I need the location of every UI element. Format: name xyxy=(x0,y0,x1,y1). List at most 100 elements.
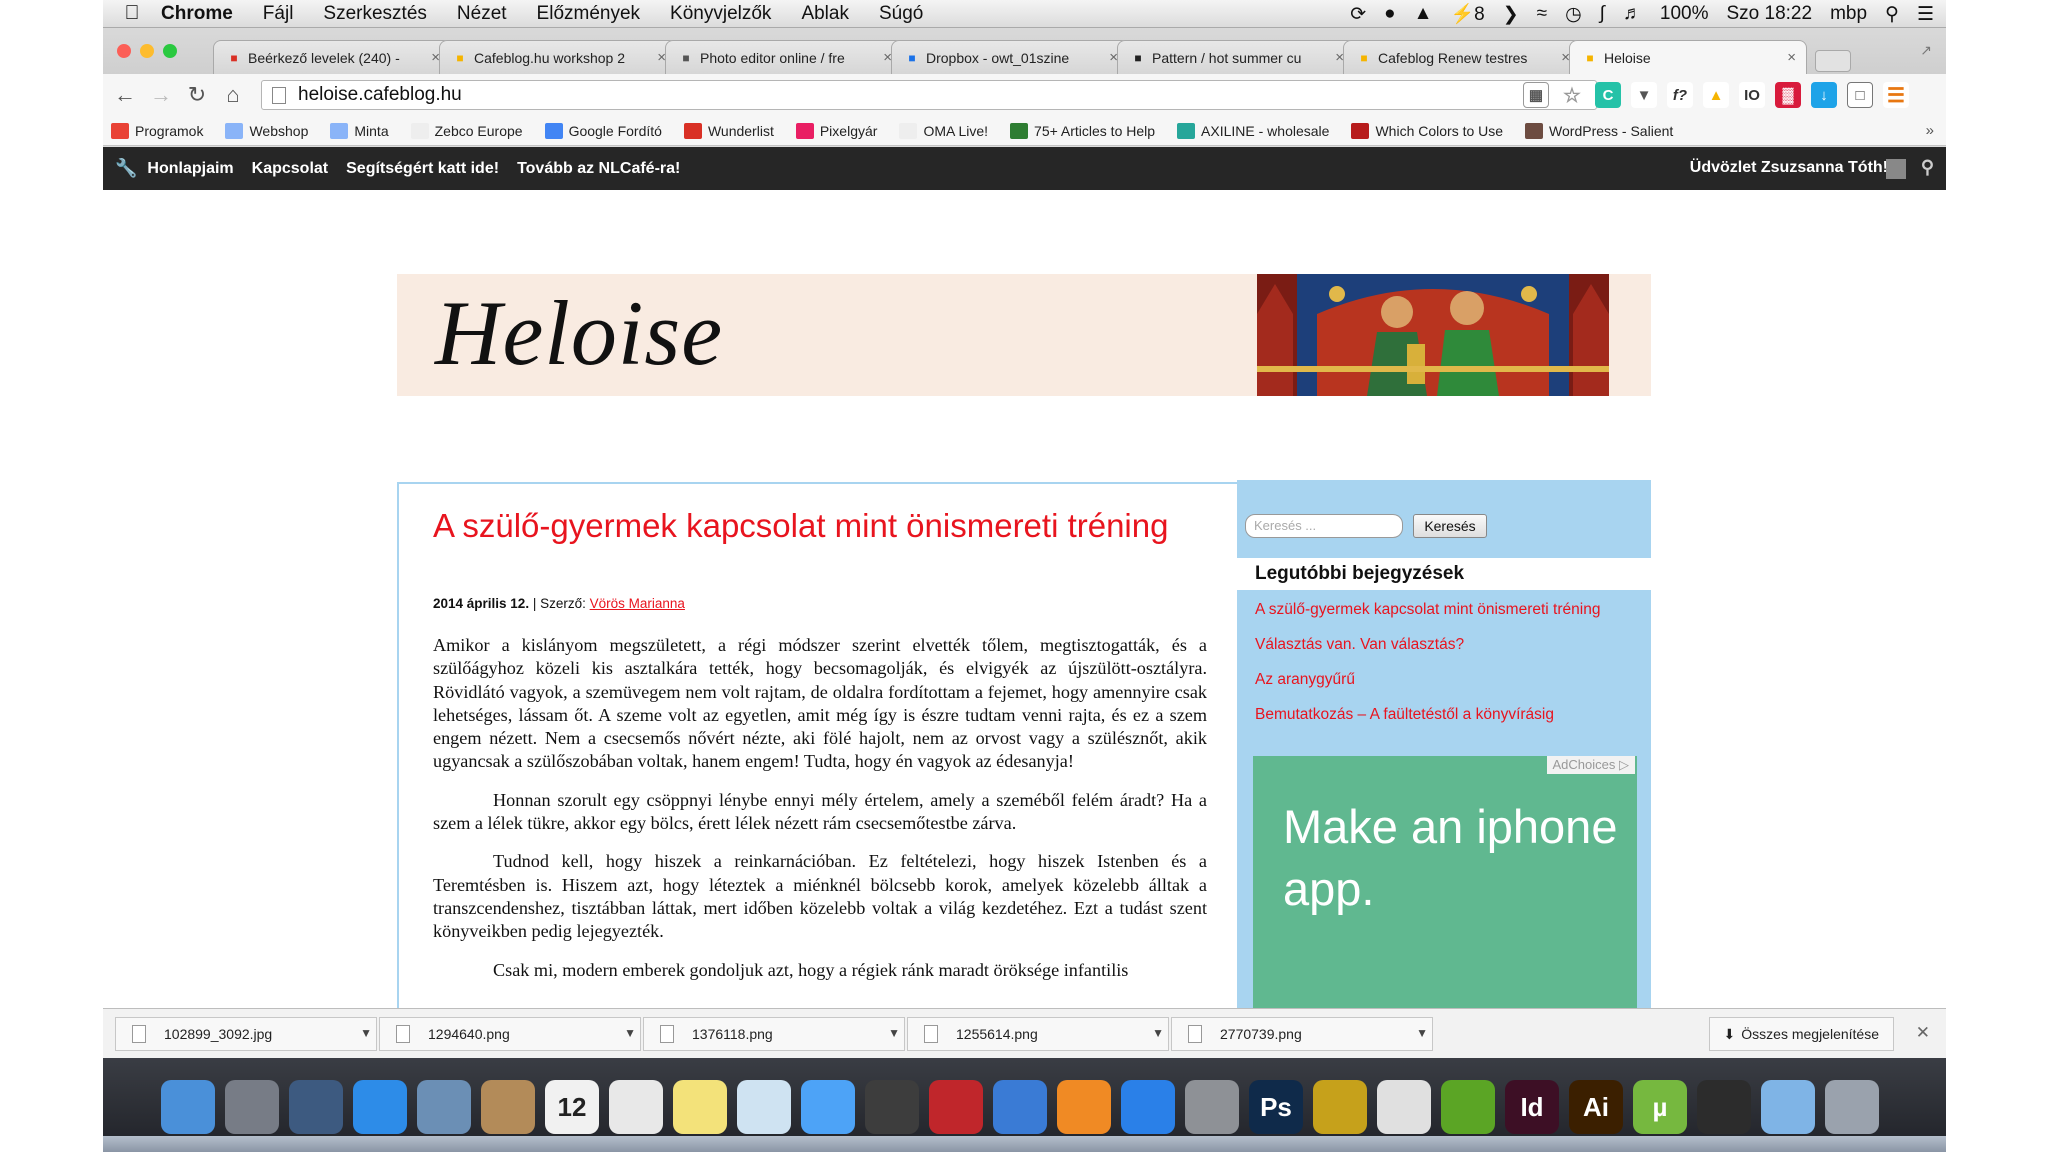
ibooks-icon[interactable] xyxy=(1057,1080,1111,1134)
user-name[interactable]: mbp xyxy=(1830,3,1867,25)
system-preferences-icon[interactable] xyxy=(1185,1080,1239,1134)
author-link[interactable]: Vörös Marianna xyxy=(590,596,685,611)
bookmark-item[interactable]: Programok xyxy=(111,122,203,139)
close-downloads-icon[interactable]: ✕ xyxy=(1916,1023,1930,1043)
recent-post-link[interactable]: Az aranygyűrű xyxy=(1255,668,1605,691)
bookmark-item[interactable]: Pixelgyár xyxy=(795,122,877,139)
menu-window[interactable]: Ablak xyxy=(801,3,849,25)
font-finder-icon[interactable]: f? xyxy=(1667,82,1693,108)
bookmark-item[interactable]: WordPress - Salient xyxy=(1525,122,1673,139)
search-input[interactable]: Keresés ... xyxy=(1245,514,1403,538)
bookmark-item[interactable]: Minta xyxy=(330,122,389,139)
illustrator-icon[interactable]: Ai xyxy=(1569,1080,1623,1134)
tab-1[interactable]: ■ Beérkező levelek (240) - × xyxy=(213,40,451,74)
avatar[interactable] xyxy=(1886,159,1906,179)
admin-help[interactable]: Segítségért katt ide! xyxy=(346,160,499,178)
ad-choices[interactable]: AdChoices ▷ xyxy=(1546,756,1635,774)
bookmark-item[interactable]: 75+ Articles to Help xyxy=(1010,122,1155,139)
recent-post-link[interactable]: Bemutatkozás – A faültetéstől a könyvírá… xyxy=(1255,703,1605,726)
dropdown-arrow-icon[interactable]: ▼ xyxy=(360,1026,372,1040)
extension-c-icon[interactable]: C xyxy=(1595,82,1621,108)
menu-history[interactable]: Előzmények xyxy=(537,3,641,25)
bookmark-item[interactable]: Webshop xyxy=(225,122,308,139)
app-store-icon[interactable] xyxy=(1121,1080,1175,1134)
admin-contact[interactable]: Kapcsolat xyxy=(252,160,328,178)
tab-5[interactable]: ■ Pattern / hot summer cu × xyxy=(1117,40,1355,74)
photo-booth-icon[interactable] xyxy=(929,1080,983,1134)
recent-post-link[interactable]: Választás van. Van választás? xyxy=(1255,633,1605,656)
reminders-icon[interactable] xyxy=(609,1080,663,1134)
recent-post-link[interactable]: A szülő-gyermek kapcsolat mint önismeret… xyxy=(1255,598,1605,621)
chevron-right-icon[interactable]: ❯ xyxy=(1503,3,1519,26)
new-tab-button[interactable] xyxy=(1815,50,1851,72)
reload-icon[interactable]: ↻ xyxy=(179,82,215,108)
wifi-icon[interactable]: ≈ xyxy=(1537,3,1547,25)
admin-greeting[interactable]: Üdvözlet Zsuzsanna Tóth! xyxy=(1690,159,1888,177)
spotlight-icon[interactable]: ⚲ xyxy=(1885,3,1899,26)
admin-search-icon[interactable]: ⚲ xyxy=(1921,157,1934,178)
fullscreen-icon[interactable]: ↗ xyxy=(1920,42,1932,59)
notification-icon[interactable]: ⚡8 xyxy=(1450,2,1484,26)
notes-icon[interactable] xyxy=(673,1080,727,1134)
minimize-window-icon[interactable] xyxy=(140,44,154,58)
download-item[interactable]: 1294640.png ▼ xyxy=(379,1017,641,1051)
drive-status-icon[interactable]: ▲ xyxy=(1414,3,1433,25)
ad-banner[interactable]: AdChoices ▷ Make an iphone app. xyxy=(1253,756,1637,1008)
menu-file[interactable]: Fájl xyxy=(263,3,294,25)
pattern-icon[interactable]: ▓ xyxy=(1775,82,1801,108)
wrench-icon[interactable]: 🔧 xyxy=(115,158,137,179)
launchpad-icon[interactable] xyxy=(225,1080,279,1134)
bookmark-item[interactable]: Zebco Europe xyxy=(410,122,523,139)
menu-help[interactable]: Súgó xyxy=(879,3,923,25)
bookmark-item[interactable]: Wunderlist xyxy=(683,122,774,139)
reader-icon[interactable]: ▦ xyxy=(1523,82,1549,108)
tab-2[interactable]: ■ Cafeblog.hu workshop 2 × xyxy=(439,40,677,74)
drive-icon[interactable]: ▲ xyxy=(1703,82,1729,108)
globe-icon[interactable] xyxy=(1313,1080,1367,1134)
back-icon[interactable]: ← xyxy=(107,82,143,108)
mission-control-icon[interactable] xyxy=(289,1080,343,1134)
bookmark-item[interactable]: AXILINE - wholesale xyxy=(1177,122,1329,139)
forward-icon[interactable]: → xyxy=(143,82,179,108)
star-icon[interactable]: ☆ xyxy=(1559,82,1585,108)
download-item[interactable]: 1376118.png ▼ xyxy=(643,1017,905,1051)
xcode-icon[interactable] xyxy=(1697,1080,1751,1134)
tab-6[interactable]: ■ Cafeblog Renew testres × xyxy=(1343,40,1581,74)
blog-logo[interactable]: Heloise xyxy=(435,280,723,386)
bluetooth-icon[interactable]: ∫ xyxy=(1600,3,1605,25)
post-title[interactable]: A szülő-gyermek kapcsolat mint önismeret… xyxy=(433,508,1173,544)
dropdown-arrow-icon[interactable]: ▼ xyxy=(1416,1026,1428,1040)
volume-icon[interactable]: ♬ xyxy=(1623,3,1642,25)
search-button[interactable]: Keresés xyxy=(1413,514,1487,538)
tab-7[interactable]: ■ Heloise × xyxy=(1569,40,1807,74)
itunes-icon[interactable] xyxy=(993,1080,1047,1134)
trash-icon[interactable] xyxy=(1825,1080,1879,1134)
tab-4[interactable]: ■ Dropbox - owt_01szine × xyxy=(891,40,1129,74)
contacts-icon[interactable] xyxy=(481,1080,535,1134)
downloads-folder-icon[interactable] xyxy=(1761,1080,1815,1134)
battery-percent[interactable]: 100% xyxy=(1660,3,1709,25)
download-item[interactable]: 1255614.png ▼ xyxy=(907,1017,1169,1051)
menu-bookmarks[interactable]: Könyvjelzők xyxy=(670,3,771,25)
evernote-icon[interactable] xyxy=(1441,1080,1495,1134)
menu-view[interactable]: Nézet xyxy=(457,3,507,25)
time-machine-icon[interactable]: ◷ xyxy=(1565,3,1582,26)
calendar-icon[interactable]: 12 xyxy=(545,1080,599,1134)
show-all-downloads-button[interactable]: ⬇ Összes megjelenítése xyxy=(1708,1017,1894,1051)
preview-icon[interactable] xyxy=(737,1080,791,1134)
download-icon[interactable]: ↓ xyxy=(1811,82,1837,108)
messages-icon[interactable] xyxy=(801,1080,855,1134)
evernote-status-icon[interactable]: ● xyxy=(1384,3,1395,25)
download-item[interactable]: 2770739.png ▼ xyxy=(1171,1017,1433,1051)
window-icon[interactable]: □ xyxy=(1847,82,1873,108)
menu-edit[interactable]: Szerkesztés xyxy=(323,3,426,25)
io-icon[interactable]: IO xyxy=(1739,82,1765,108)
bookmark-item[interactable]: Which Colors to Use xyxy=(1351,122,1503,139)
utorrent-icon[interactable]: µ xyxy=(1633,1080,1687,1134)
admin-nlcafe[interactable]: Tovább az NLCafé-ra! xyxy=(517,160,680,178)
clock[interactable]: Szo 18:22 xyxy=(1726,3,1812,25)
bookmark-item[interactable]: Google Fordító xyxy=(544,122,662,139)
admin-my-sites[interactable]: Honlapjaim xyxy=(147,160,233,178)
menu-app-name[interactable]: Chrome xyxy=(161,3,233,25)
safari-icon[interactable] xyxy=(353,1080,407,1134)
